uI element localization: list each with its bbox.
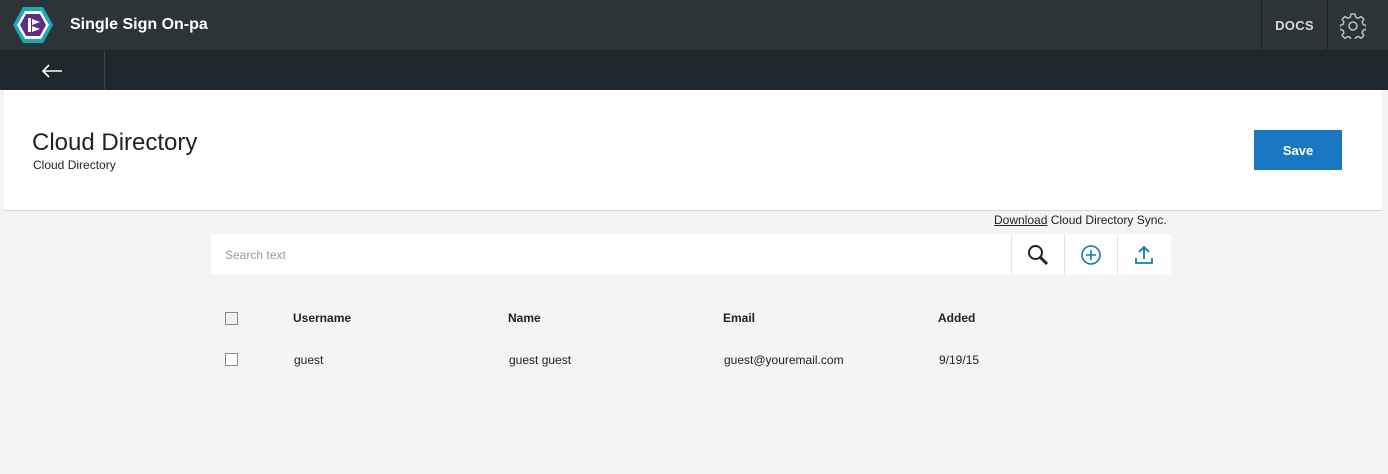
row-checkbox[interactable] bbox=[225, 353, 238, 366]
top-bar: Single Sign On-pa DOCS bbox=[0, 0, 1388, 51]
app-logo-icon bbox=[13, 7, 53, 43]
column-header-name[interactable]: Name bbox=[508, 311, 541, 325]
page-header: Cloud Directory Cloud Directory Save bbox=[4, 90, 1382, 211]
gear-icon[interactable] bbox=[1340, 13, 1366, 39]
add-user-button[interactable] bbox=[1064, 234, 1117, 275]
search-input[interactable] bbox=[211, 234, 1011, 275]
sub-nav-bar bbox=[0, 51, 1388, 90]
cell-added: 9/19/15 bbox=[939, 353, 980, 367]
download-sync-notice: Download Cloud Directory Sync. bbox=[994, 213, 1167, 227]
column-header-username[interactable]: Username bbox=[293, 311, 351, 325]
download-suffix-text: Cloud Directory Sync. bbox=[1047, 213, 1167, 227]
column-header-email[interactable]: Email bbox=[723, 311, 755, 325]
download-link[interactable]: Download bbox=[994, 213, 1047, 227]
column-header-added[interactable]: Added bbox=[938, 311, 975, 325]
upload-icon bbox=[1135, 245, 1153, 264]
page-title: Cloud Directory bbox=[32, 129, 198, 156]
search-button[interactable] bbox=[1011, 234, 1064, 275]
plus-circle-icon bbox=[1081, 244, 1101, 265]
cell-username: guest bbox=[294, 353, 324, 367]
app-title: Single Sign On-pa bbox=[70, 16, 208, 33]
cell-name: guest guest bbox=[509, 353, 572, 367]
search-icon bbox=[1028, 244, 1049, 265]
cell-email: guest@youremail.com bbox=[724, 353, 844, 367]
page-subtitle: Cloud Directory bbox=[33, 158, 116, 172]
docs-link[interactable]: DOCS bbox=[1261, 0, 1328, 51]
save-button[interactable]: Save bbox=[1254, 130, 1342, 170]
select-all-checkbox[interactable] bbox=[225, 312, 238, 325]
upload-button[interactable] bbox=[1117, 234, 1170, 275]
search-toolbar bbox=[211, 234, 1171, 275]
arrow-left-icon bbox=[41, 63, 62, 78]
back-button[interactable] bbox=[0, 51, 105, 90]
